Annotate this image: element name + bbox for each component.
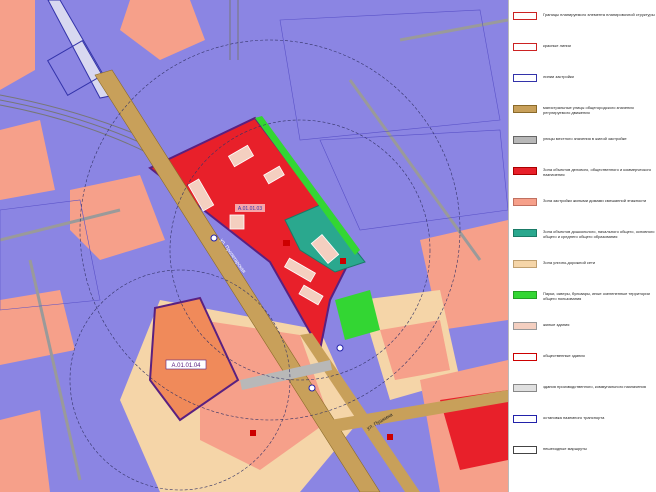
legend-swatch <box>513 74 537 82</box>
planning-map[interactable]: А.01.01.04 А.01.01.03 ул. Пролетарская у… <box>0 0 508 492</box>
legend-label: Границы планируемого элемента планировоч… <box>543 12 655 17</box>
legend-label: Зона улично-дорожной сети <box>543 260 596 265</box>
district-label: А.01.01.04 <box>171 363 201 369</box>
legend-swatch <box>513 322 537 330</box>
legend-label: общественные здания <box>543 353 585 358</box>
legend-swatch <box>513 446 537 454</box>
legend-label: красные линии <box>543 43 571 48</box>
map-canvas[interactable]: А.01.01.04 А.01.01.03 ул. Пролетарская у… <box>0 0 508 492</box>
legend-label: пешеходные маршруты <box>543 446 587 451</box>
block-label: А.01.01.03 <box>238 206 262 212</box>
legend-swatch <box>513 229 537 237</box>
legend-swatch <box>513 353 537 361</box>
legend-label: улицы местного значения в жилой застройк… <box>543 136 627 141</box>
legend-label: здания производственного, коммунального … <box>543 384 646 389</box>
legend-title <box>513 4 654 9</box>
legend-label: Парки, скверы, бульвары, иные озелененны… <box>543 291 650 301</box>
legend-label: линии застройки <box>543 74 574 79</box>
legend-swatch <box>513 384 537 392</box>
map-legend: Границы планируемого элемента планировоч… <box>508 0 656 492</box>
map-sheet: А.01.01.04 А.01.01.03 ул. Пролетарская у… <box>0 0 656 492</box>
legend-label: Зона застройки жилыми домами смешанной э… <box>543 198 647 203</box>
legend-swatch <box>513 12 537 20</box>
legend-label: жилые здания <box>543 322 570 327</box>
legend-swatch <box>513 167 537 175</box>
legend-swatch <box>513 415 537 423</box>
legend-label: остановка наземного транспорта <box>543 415 605 420</box>
legend-swatch <box>513 198 537 206</box>
legend-label: магистральные улицы общегородского значе… <box>543 105 634 115</box>
legend-label: Зона объектов дошкольного, начального об… <box>543 229 655 239</box>
legend-swatch <box>513 260 537 268</box>
legend-swatch <box>513 291 537 299</box>
legend-swatch <box>513 105 537 113</box>
legend-swatch <box>513 136 537 144</box>
legend-label: Зона объектов делового, общественного и … <box>543 167 652 177</box>
legend-swatch <box>513 43 537 51</box>
